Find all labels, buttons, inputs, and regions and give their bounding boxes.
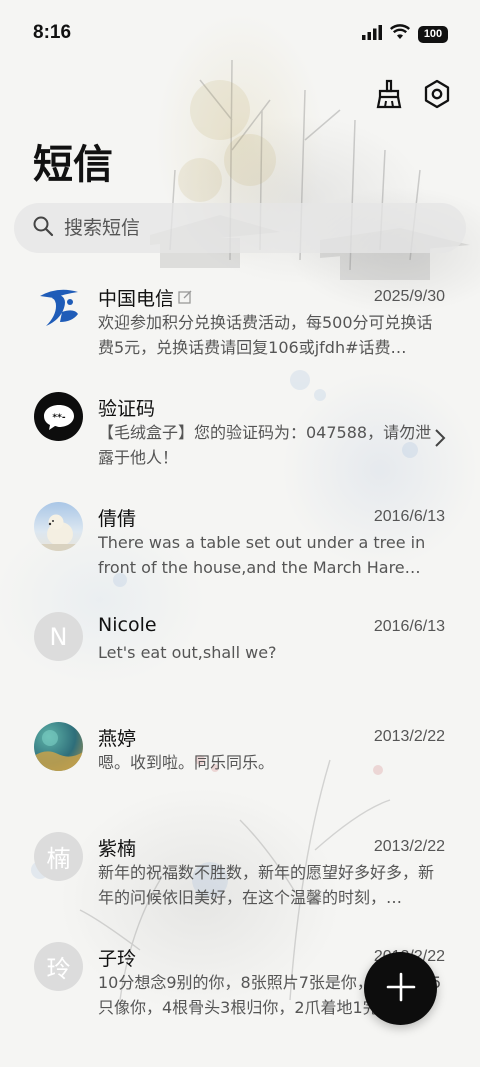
contact-name: 燕婷	[98, 728, 137, 750]
conversation-row[interactable]: **- 验证码 【毛绒盒子】您的验证码为：047588，请勿泄露于他人！	[0, 380, 480, 490]
message-preview: 欢迎参加积分兑换话费活动，每500分可兑换话费5元，兑换话费请回复106或jfd…	[98, 313, 433, 357]
search-icon	[32, 215, 54, 241]
message-preview: 【毛绒盒子】您的验证码为：047588，请勿泄露于他人！	[98, 423, 432, 467]
message-date: 2016/6/13	[373, 618, 445, 635]
contact-name: 子玲	[98, 948, 137, 970]
battery-icon: 100	[418, 25, 448, 43]
new-message-button[interactable]	[364, 952, 437, 1025]
status-icons: 100	[362, 24, 448, 44]
svg-text:**-: **-	[52, 413, 65, 423]
contact-name-text: 中国电信	[98, 288, 175, 310]
conversation-row[interactable]: 倩倩 2016/6/13 There was a table set out u…	[0, 490, 480, 600]
conversation-list: 中国电信 2025/9/30 欢迎参加积分兑换话费活动，每500分可兑换话费5元…	[0, 270, 480, 1040]
contact-name: 验证码	[98, 398, 156, 420]
message-preview: There was a table set out under a tree i…	[98, 533, 426, 577]
message-date: 2013/2/22	[373, 728, 445, 745]
header-actions	[374, 78, 452, 110]
landscape-avatar	[34, 722, 83, 771]
message-date: 2013/2/22	[373, 838, 445, 855]
conversation-row[interactable]: N Nicole 2016/6/13 Let's eat out,shall w…	[0, 600, 480, 710]
signal-icon	[362, 24, 382, 44]
message-preview: 嗯。收到啦。同乐同乐。	[98, 753, 275, 772]
message-date: 2025/9/30	[373, 288, 445, 305]
plus-icon	[386, 972, 416, 1006]
letter-avatar: N	[34, 612, 83, 661]
message-preview: Let's eat out,shall we?	[98, 643, 277, 662]
chat-bubble-avatar: **-	[34, 392, 83, 441]
letter-avatar: 玲	[34, 942, 83, 991]
page-title: 短信	[33, 142, 113, 188]
conversation-row[interactable]: 楠 紫楠 2013/2/22 新年的祝福数不胜数，新年的愿望好多好多，新年的问候…	[0, 820, 480, 930]
contact-name: Nicole	[98, 614, 157, 636]
letter-avatar: 楠	[34, 832, 83, 881]
search-input[interactable]	[64, 217, 444, 239]
search-bar[interactable]	[14, 203, 466, 253]
conversation-row[interactable]: 燕婷 2013/2/22 嗯。收到啦。同乐同乐。	[0, 710, 480, 820]
polar-bear-avatar	[34, 502, 83, 551]
message-preview: 新年的祝福数不胜数，新年的愿望好多好多，新年的问候依旧美好，在这个温馨的时刻，…	[98, 863, 435, 907]
settings-icon[interactable]	[422, 78, 452, 110]
broom-icon[interactable]	[374, 78, 404, 110]
contact-name: 紫楠	[98, 838, 137, 860]
conversation-row[interactable]: 中国电信 2025/9/30 欢迎参加积分兑换话费活动，每500分可兑换话费5元…	[0, 270, 480, 380]
status-bar: 8:16 100	[0, 0, 480, 66]
edit-icon	[178, 287, 192, 309]
chevron-right-icon[interactable]	[434, 428, 446, 452]
china-telecom-logo	[34, 282, 83, 331]
status-time: 8:16	[33, 22, 72, 43]
contact-name: 倩倩	[98, 508, 137, 530]
wifi-icon	[389, 24, 411, 44]
message-date: 2016/6/13	[373, 508, 445, 525]
contact-name: 中国电信	[98, 284, 192, 311]
